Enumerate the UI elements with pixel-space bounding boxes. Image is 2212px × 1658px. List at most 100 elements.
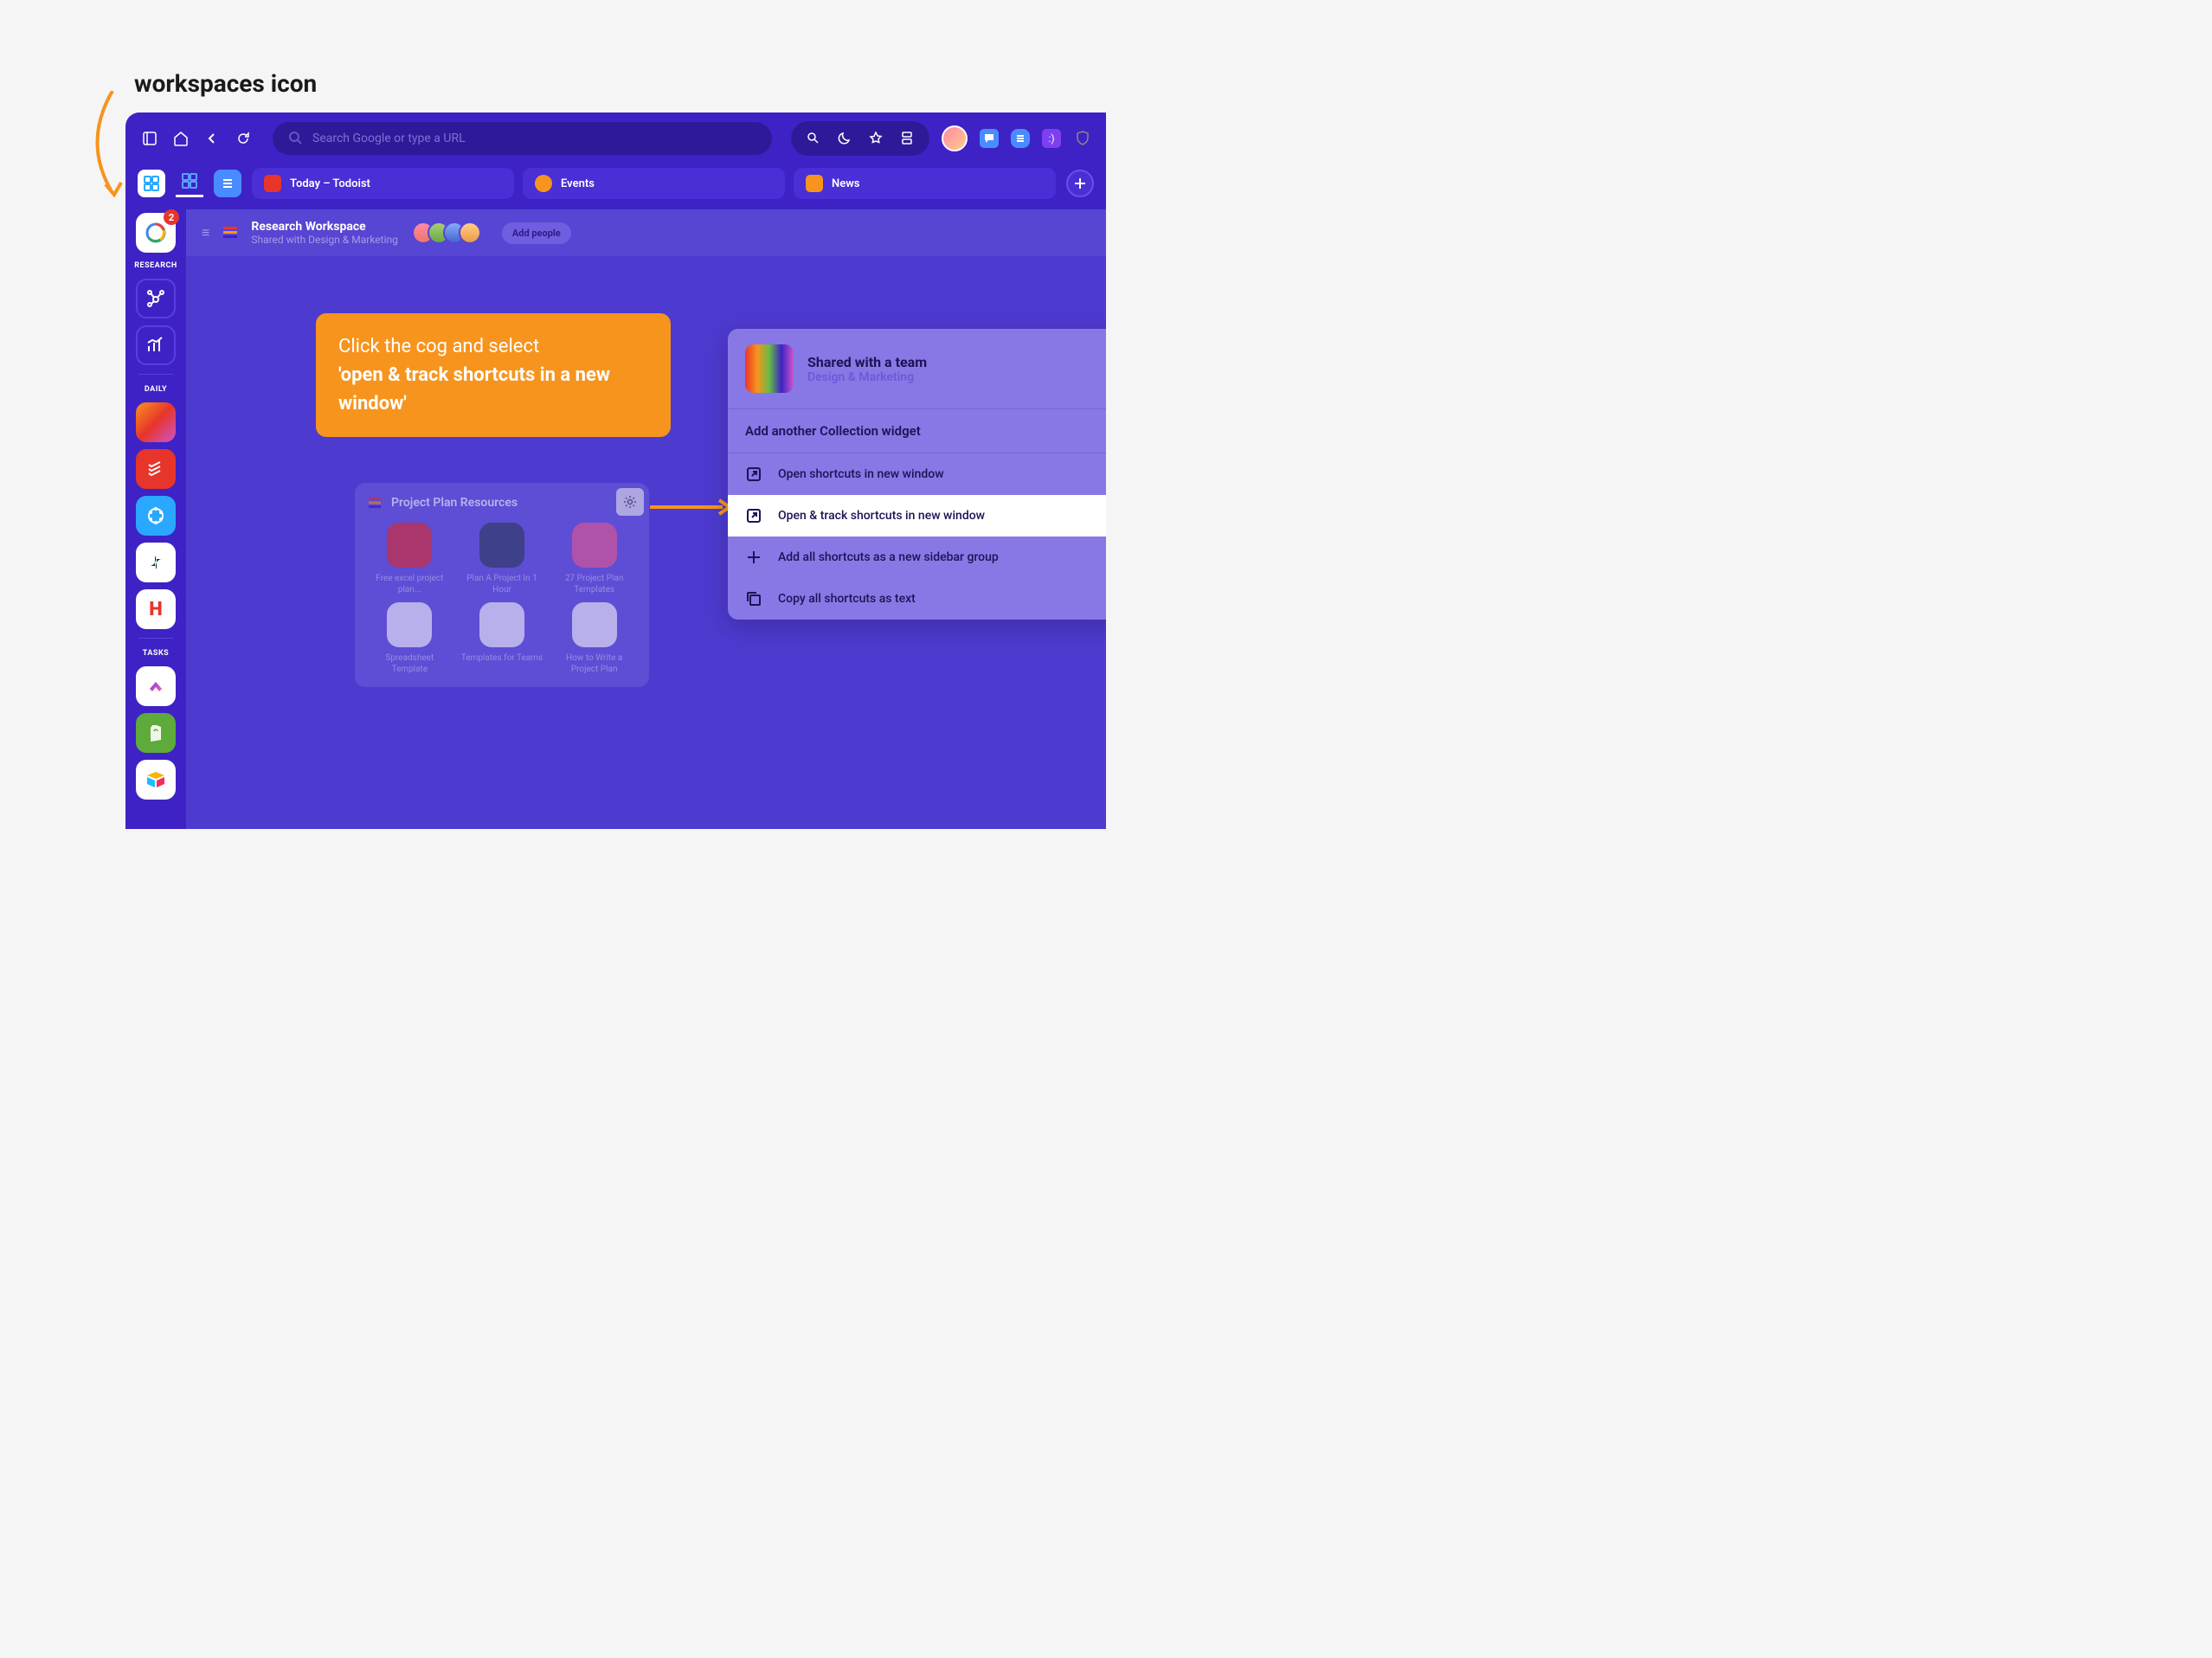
extension-shield-icon[interactable] [1073,129,1092,148]
widget-title: Project Plan Resources [391,496,518,510]
shortcut-label: Plan A Project In 1 Hour [460,573,545,595]
menu-header-title: Shared with a team [807,354,927,370]
shortcuts-grid: Free excel project plan... Plan A Projec… [367,523,637,675]
shortcut-label: 27 Project Plan Templates [551,573,637,595]
sidebar-item-analytics[interactable] [136,325,176,365]
browser-window: Search Google or type a URL :) [125,112,1106,829]
left-sidebar: 2 RESEARCH DAILY H TASKS [125,209,186,829]
shortcut-item[interactable]: Plan A Project In 1 Hour [460,523,545,595]
shortcut-item[interactable]: Spreadsheet Template [367,602,453,675]
sidebar-item-todoist[interactable] [136,449,176,489]
menu-item-label: Copy all shortcuts as text [778,592,916,606]
open-external-icon [745,466,762,483]
news-icon [806,175,823,192]
sidebar-item-shopify[interactable] [136,713,176,753]
menu-subheading[interactable]: Add another Collection widget [728,409,1106,453]
tab-label: News [832,177,859,190]
sidebar-toggle-icon[interactable] [139,128,160,149]
grid-view-icon[interactable] [176,170,203,197]
add-tab-button[interactable] [1066,170,1094,197]
workspace-subtitle: Shared with Design & Marketing [251,234,398,246]
stack-icon[interactable] [897,128,917,149]
shortcut-item[interactable]: 27 Project Plan Templates [551,523,637,595]
zoom-icon[interactable] [803,128,824,149]
callout-line-1: Click the cog and select [338,332,648,361]
project-resources-widget: Project Plan Resources Free excel projec… [355,483,649,687]
extension-smile-icon[interactable]: :) [1042,129,1061,148]
sidebar-divider [138,374,173,375]
sidebar-divider [138,638,173,639]
menu-header: Shared with a team Design & Marketing [728,329,1106,408]
star-icon[interactable] [865,128,886,149]
toolbar-right: :) [791,121,1092,156]
shortcut-label: Spreadsheet Template [367,652,453,675]
workspace-title: Research Workspace [251,220,398,234]
copy-icon [745,590,762,607]
notification-badge: 2 [164,209,179,225]
tab-label: Events [561,177,595,190]
sidebar-item-person[interactable] [136,402,176,442]
sidebar-section-label: RESEARCH [134,261,177,270]
tab-todoist[interactable]: Today – Todoist [252,168,514,199]
home-icon[interactable] [170,128,191,149]
workspaces-icon[interactable] [138,170,165,197]
tab-news[interactable]: News [794,168,1056,199]
add-people-button[interactable]: Add people [502,222,571,244]
list-view-icon[interactable] [214,170,241,197]
back-icon[interactable] [202,128,222,149]
sidebar-item-google[interactable]: 2 [136,213,176,253]
tab-label: Today – Todoist [290,177,370,190]
sidebar-item-circle[interactable] [136,496,176,536]
search-placeholder: Search Google or type a URL [312,132,466,145]
top-toolbar: Search Google or type a URL :) [125,112,1106,164]
arrow-icon [650,498,733,516]
shortcut-item[interactable]: Free excel project plan... [367,523,453,595]
events-icon [535,175,552,192]
annotation-label: workspaces icon [134,69,317,98]
sidebar-section-label: DAILY [145,385,167,394]
menu-item-add-sidebar-group[interactable]: Add all shortcuts as a new sidebar group [728,537,1106,578]
menu-item-open-new-window[interactable]: Open shortcuts in new window [728,453,1106,495]
menu-item-label: Add all shortcuts as a new sidebar group [778,550,999,564]
callout-line-2: 'open & track shortcuts in a new window' [338,361,648,418]
collection-thumbnail [745,344,794,393]
menu-header-subtitle: Design & Marketing [807,370,927,384]
tabs-row: Today – Todoist Events News [252,168,1056,199]
toolbar-pill [791,121,929,156]
shortcut-label: Free excel project plan... [367,573,453,595]
tab-toolbar: Today – Todoist Events News [125,164,1106,209]
search-input[interactable]: Search Google or type a URL [273,122,772,155]
sidebar-item-zendesk[interactable] [136,543,176,582]
member-avatars[interactable] [419,222,481,244]
extension-chat-icon[interactable] [980,129,999,148]
sidebar-item-airtable[interactable] [136,760,176,800]
sidebar-item-clickup[interactable] [136,666,176,706]
gear-icon[interactable] [616,488,644,516]
plus-icon [745,549,762,566]
sidebar-item-h[interactable]: H [136,589,176,629]
todoist-icon [264,175,281,192]
workspace-icon [222,224,239,241]
instruction-callout: Click the cog and select 'open & track s… [316,313,671,437]
moon-icon[interactable] [834,128,855,149]
avatar [459,222,481,244]
shortcut-label: Templates for Teams [461,652,543,664]
context-menu-panel: Shared with a team Design & Marketing Ad… [728,329,1106,620]
reload-icon[interactable] [233,128,254,149]
widget-header: Project Plan Resources [367,495,637,511]
shortcut-label: How to Write a Project Plan [551,652,637,675]
sidebar-item-hubspot[interactable] [136,279,176,318]
menu-item-open-track-new-window[interactable]: Open & track shortcuts in new window [728,495,1106,537]
avatar[interactable] [942,125,968,151]
shortcut-item[interactable]: Templates for Teams [460,602,545,675]
open-external-icon [745,507,762,524]
content-area: ≡ Research Workspace Shared with Design … [186,209,1106,829]
tab-events[interactable]: Events [523,168,785,199]
hamburger-icon[interactable]: ≡ [202,224,209,241]
shortcut-item[interactable]: How to Write a Project Plan [551,602,637,675]
search-icon [288,131,304,146]
extension-lines-icon[interactable] [1011,129,1030,148]
menu-item-copy-text[interactable]: Copy all shortcuts as text [728,578,1106,620]
stack-icon [367,495,383,511]
sidebar-section-label: TASKS [143,649,169,658]
